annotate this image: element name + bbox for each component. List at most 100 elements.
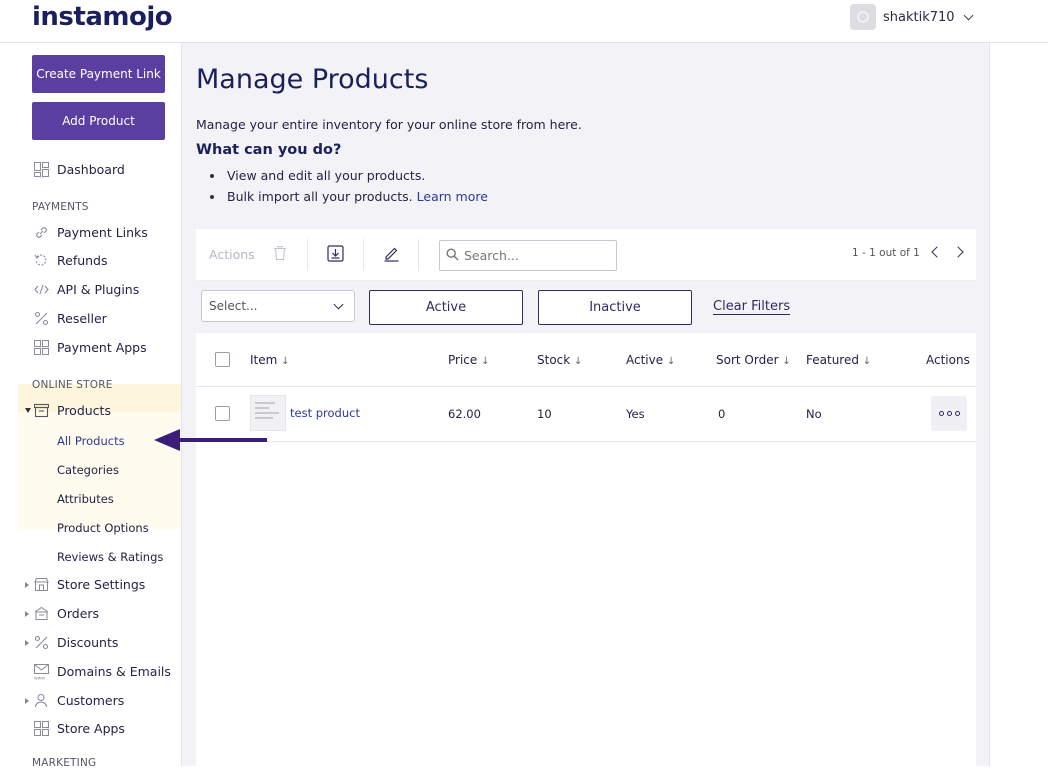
select-all-checkbox[interactable] (215, 352, 230, 367)
table-header: Item ↓ Price ↓ Stock ↓ Active ↓ Sort Ord… (196, 333, 976, 387)
sidebar-item-api-plugins[interactable]: API & Plugins (33, 282, 139, 297)
clear-filters-link[interactable]: Clear Filters (713, 299, 791, 315)
sidebar-item-attributes[interactable]: Attributes (57, 492, 114, 506)
active-filter-button[interactable]: Active (369, 290, 523, 325)
create-payment-link-button[interactable]: Create Payment Link (32, 55, 165, 93)
sidebar-item-product-options[interactable]: Product Options (57, 521, 149, 535)
chevron-down-icon (333, 299, 344, 310)
product-price: 62.00 (448, 407, 481, 421)
percent-icon (33, 311, 50, 326)
sidebar-item-store-settings[interactable]: Store Settings (33, 577, 145, 592)
top-bar: instamojo shaktik710 (0, 0, 1048, 43)
sidebar-item-refunds[interactable]: Refunds (33, 253, 108, 268)
column-price[interactable]: Price ↓ (448, 353, 490, 367)
column-stock[interactable]: Stock ↓ (537, 353, 582, 367)
page-description: Manage your entire inventory for your on… (196, 117, 582, 132)
payments-section-label: PAYMENTS (32, 201, 89, 213)
products-table-card: Actions 1 - 1 out of 1 Select... Active … (196, 229, 976, 766)
product-thumbnail (250, 395, 286, 431)
add-product-button[interactable]: Add Product (32, 102, 165, 140)
feature-list: View and edit all your products. Bulk im… (210, 168, 488, 210)
dot-icon (946, 411, 952, 416)
learn-more-link[interactable]: Learn more (417, 189, 488, 204)
instamojo-logo[interactable]: instamojo (32, 2, 173, 32)
sidebar-item-store-apps[interactable]: Store Apps (33, 721, 125, 736)
page-title: Manage Products (196, 64, 429, 95)
user-menu[interactable]: shaktik710 (850, 4, 974, 30)
sidebar-item-domains-emails[interactable]: www Domains & Emails (33, 664, 171, 681)
arrow-pointer-icon (154, 429, 267, 451)
caret-right-icon[interactable] (25, 698, 29, 704)
sort-icon: ↓ (574, 356, 583, 367)
customers-icon (33, 693, 50, 708)
product-active: Yes (626, 407, 645, 421)
column-sort-order[interactable]: Sort Order ↓ (716, 353, 791, 367)
apps-icon (33, 340, 50, 355)
sidebar-item-customers[interactable]: Customers (33, 693, 124, 708)
dot-icon (954, 411, 960, 416)
orders-icon (33, 606, 50, 621)
trash-icon[interactable] (273, 245, 291, 263)
caret-right-icon[interactable] (25, 640, 29, 646)
mail-www-icon: www (33, 664, 50, 681)
edit-icon[interactable] (383, 245, 401, 263)
storefront-icon (33, 577, 50, 592)
filter-bar: Select... Active Inactive Clear Filters (196, 281, 976, 333)
list-item: Bulk import all your products. Learn mor… (210, 189, 488, 210)
link-icon (33, 225, 50, 240)
table-row[interactable]: test product 62.00 10 Yes 0 No (196, 387, 976, 442)
column-featured[interactable]: Featured ↓ (806, 353, 871, 367)
search-icon (446, 246, 459, 265)
search-box (439, 240, 617, 271)
pagination-info: 1 - 1 out of 1 (852, 247, 920, 259)
chevron-down-icon (963, 10, 974, 20)
online-store-section-label: ONLINE STORE (32, 379, 113, 391)
sidebar-item-orders[interactable]: Orders (33, 606, 99, 621)
column-active[interactable]: Active ↓ (626, 353, 675, 367)
sidebar-item-dashboard[interactable]: Dashboard (33, 162, 125, 177)
dashboard-icon (33, 162, 50, 177)
next-page-icon[interactable] (952, 246, 964, 258)
sidebar-item-reviews-ratings[interactable]: Reviews & Ratings (57, 550, 163, 564)
refund-icon (33, 253, 50, 268)
store-icon (33, 403, 50, 418)
what-can-you-do-heading: What can you do? (196, 142, 342, 158)
column-item[interactable]: Item ↓ (250, 353, 290, 367)
table-toolbar: Actions 1 - 1 out of 1 (196, 229, 976, 281)
code-icon (33, 282, 50, 297)
sidebar-item-categories[interactable]: Categories (57, 463, 119, 477)
column-actions: Actions (926, 353, 970, 367)
filter-select[interactable]: Select... (201, 290, 355, 322)
svg-text:www: www (34, 677, 45, 681)
download-icon[interactable] (327, 245, 345, 263)
list-item: View and edit all your products. (210, 168, 488, 189)
caret-right-icon[interactable] (25, 611, 29, 617)
sidebar-item-payment-apps[interactable]: Payment Apps (33, 340, 147, 355)
sort-icon: ↓ (782, 356, 791, 367)
username: shaktik710 (883, 9, 955, 25)
product-stock: 10 (537, 407, 552, 421)
inactive-filter-button[interactable]: Inactive (538, 290, 692, 325)
sort-icon: ↓ (666, 356, 676, 367)
sidebar-item-discounts[interactable]: Discounts (33, 635, 118, 650)
caret-down-icon[interactable] (25, 408, 31, 413)
product-name-link[interactable]: test product (290, 406, 360, 420)
dot-icon (938, 411, 944, 416)
actions-label: Actions (209, 247, 255, 262)
sort-icon: ↓ (481, 356, 490, 367)
sort-icon: ↓ (281, 356, 290, 367)
sort-icon: ↓ (862, 356, 872, 367)
row-checkbox[interactable] (215, 406, 230, 421)
more-actions-button[interactable] (931, 396, 967, 431)
marketing-section-label: MARKETING (32, 757, 97, 769)
discount-icon (33, 635, 50, 650)
product-sort-order: 0 (718, 407, 726, 421)
apps-icon (33, 721, 50, 736)
prev-page-icon[interactable] (931, 246, 943, 258)
sidebar-item-products[interactable]: Products (33, 403, 111, 418)
sidebar-item-all-products[interactable]: All Products (57, 434, 125, 448)
sidebar-item-payment-links[interactable]: Payment Links (33, 225, 148, 240)
sidebar-item-reseller[interactable]: Reseller (33, 311, 107, 326)
caret-right-icon[interactable] (25, 582, 29, 588)
search-input[interactable] (464, 248, 604, 263)
